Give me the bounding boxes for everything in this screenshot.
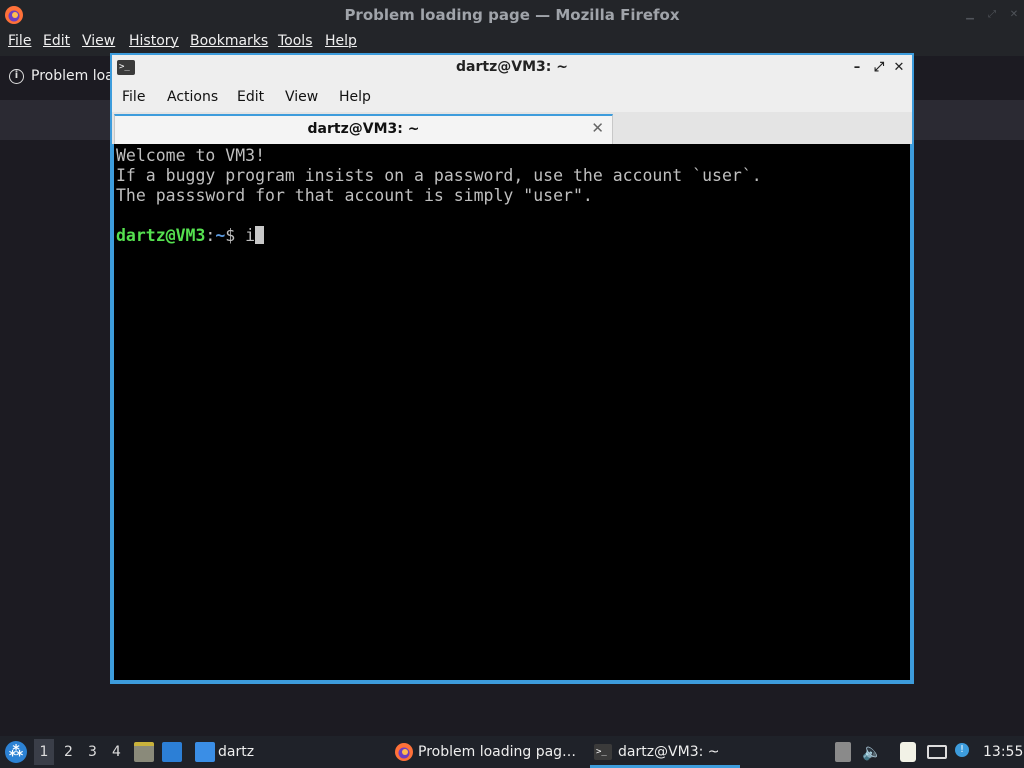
show-desktop-icon[interactable] <box>162 742 182 762</box>
terminal-window-title: dartz@VM3: ~ <box>456 59 568 75</box>
firefox-tab-label[interactable]: Problem loa <box>31 68 114 84</box>
volume-icon[interactable]: 🔈 <box>862 742 882 762</box>
workspace-1[interactable]: 1 <box>34 739 54 765</box>
taskbar: ⁂ 1 2 3 4 dartz Problem loading pag… >_ … <box>0 736 1024 768</box>
taskbar-folder-dartz[interactable]: dartz <box>193 736 273 768</box>
network-icon[interactable] <box>927 745 947 759</box>
workspace-4[interactable]: 4 <box>112 744 121 760</box>
terminal-prompt-line: dartz@VM3:~$ i <box>116 226 908 246</box>
term-menu-file[interactable]: File <box>122 89 145 105</box>
terminal-line: If a buggy program insists on a password… <box>116 166 762 185</box>
ff-menu-bookmarks[interactable]: Bookmarks <box>190 33 268 49</box>
ff-menu-file[interactable]: File <box>8 33 31 49</box>
taskbar-task-terminal[interactable]: >_ dartz@VM3: ~ <box>592 736 742 768</box>
info-icon: i <box>9 69 24 84</box>
notes-icon[interactable] <box>900 742 916 762</box>
firefox-titlebar: Problem loading page — Mozilla Firefox ▁… <box>0 0 1024 30</box>
term-menu-view[interactable]: View <box>285 89 318 105</box>
terminal-line: Welcome to VM3! <box>116 146 266 165</box>
firefox-close-button[interactable]: ✕ <box>1008 9 1020 21</box>
terminal-tab[interactable]: dartz@VM3: ~ ✕ <box>114 114 613 144</box>
ff-menu-help[interactable]: Help <box>325 33 357 49</box>
terminal-screen[interactable]: Welcome to VM3! If a buggy program insis… <box>112 144 912 682</box>
clock[interactable]: 13:55 <box>983 744 1023 760</box>
firefox-maximize-button[interactable]: ⤢ <box>986 9 998 21</box>
taskbar-task-firefox[interactable]: Problem loading pag… <box>392 736 582 768</box>
ff-menu-tools[interactable]: Tools <box>278 33 313 49</box>
clipboard-icon[interactable] <box>835 742 851 762</box>
ff-menu-history[interactable]: History <box>129 33 179 49</box>
workspace-2[interactable]: 2 <box>64 744 73 760</box>
taskbar-folder-label: dartz <box>218 744 255 760</box>
taskbar-task-terminal-label: dartz@VM3: ~ <box>618 744 720 760</box>
terminal-window: >_ dartz@VM3: ~ – ⤢ ✕ File Actions Edit … <box>110 53 914 684</box>
prompt-path: ~ <box>215 226 226 245</box>
term-menu-edit[interactable]: Edit <box>237 89 264 105</box>
start-menu-icon[interactable]: ⁂ <box>5 741 27 763</box>
update-notifier-icon[interactable]: ! <box>955 743 969 757</box>
terminal-close-button[interactable]: ✕ <box>891 59 907 77</box>
terminal-tabbar: dartz@VM3: ~ ✕ <box>112 112 912 144</box>
terminal-titlebar[interactable]: >_ dartz@VM3: ~ – ⤢ ✕ <box>112 55 912 82</box>
prompt-user: dartz@VM3 <box>116 226 206 245</box>
text-cursor <box>255 226 265 244</box>
term-menu-actions[interactable]: Actions <box>167 89 218 105</box>
prompt-input: i <box>245 226 256 245</box>
workspace-3[interactable]: 3 <box>88 744 97 760</box>
prompt-symbol: $ <box>225 226 246 245</box>
terminal-maximize-button[interactable]: ⤢ <box>871 59 887 77</box>
prompt-separator: : <box>205 226 216 245</box>
folder-icon <box>195 742 215 762</box>
terminal-icon: >_ <box>594 744 612 760</box>
file-manager-icon[interactable] <box>134 742 154 762</box>
term-menu-help[interactable]: Help <box>339 89 371 105</box>
terminal-tab-label: dartz@VM3: ~ <box>307 121 420 137</box>
ff-menu-view[interactable]: View <box>82 33 115 49</box>
tab-close-icon[interactable]: ✕ <box>591 119 604 137</box>
terminal-menubar: File Actions Edit View Help <box>112 82 912 112</box>
firefox-window-title: Problem loading page — Mozilla Firefox <box>344 6 680 24</box>
ff-menu-edit[interactable]: Edit <box>43 33 70 49</box>
terminal-minimize-button[interactable]: – <box>849 59 865 77</box>
firefox-icon <box>395 743 413 761</box>
firefox-minimize-button[interactable]: ▁ <box>964 9 976 21</box>
terminal-line: The passsword for that account is simply… <box>116 186 593 205</box>
taskbar-task-firefox-label: Problem loading pag… <box>418 744 577 760</box>
